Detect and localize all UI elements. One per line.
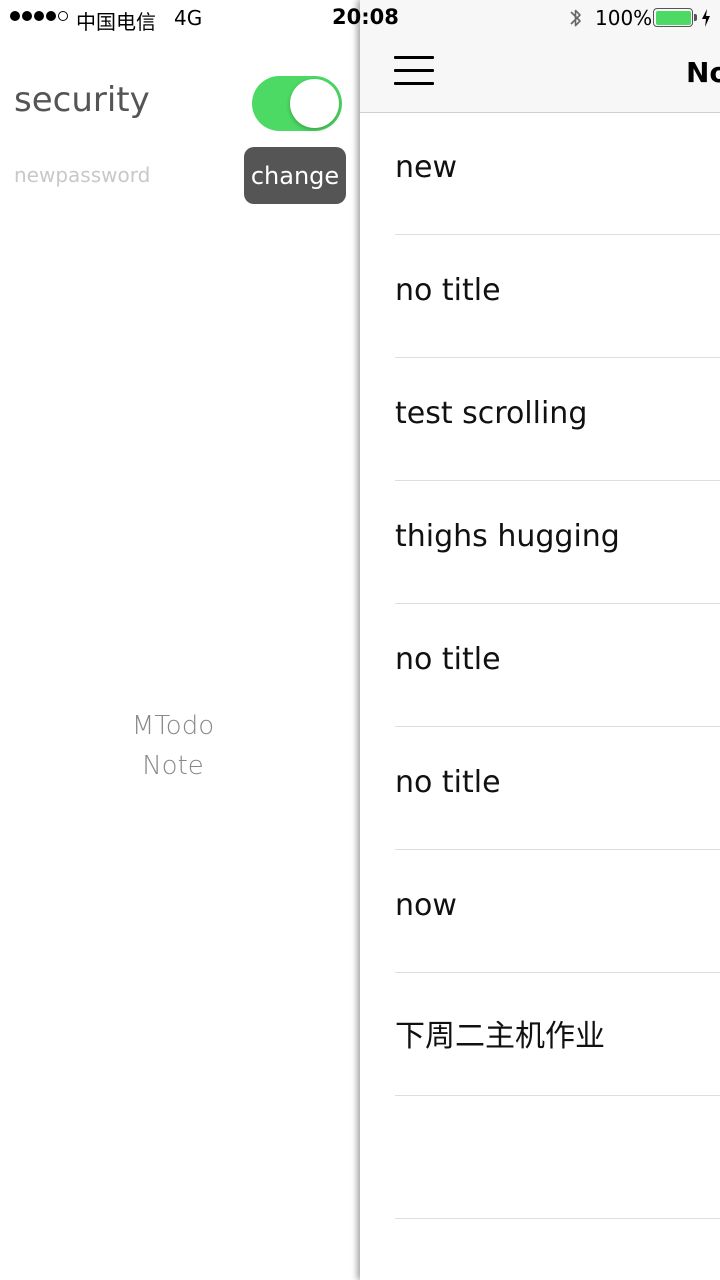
list-item[interactable]: thighs hugging [360, 481, 720, 604]
toggle-knob [290, 79, 339, 128]
notes-panel: No new no title test scrolling thighs hu… [360, 0, 720, 1280]
battery-percent: 100% [595, 6, 653, 30]
signal-strength-icon [10, 11, 68, 21]
app-name: MTodo Note [0, 706, 346, 786]
list-item[interactable]: no title [360, 604, 720, 727]
list-item[interactable]: no title [360, 235, 720, 358]
list-item[interactable]: now [360, 850, 720, 973]
note-title: no title [395, 642, 501, 677]
note-list: new no title test scrolling thighs huggi… [360, 112, 720, 1219]
security-toggle[interactable] [252, 76, 342, 131]
note-title: 下周二主机作业 [395, 1019, 605, 1054]
status-time: 20:08 [332, 5, 399, 29]
battery-icon [653, 8, 693, 27]
side-menu: security change MTodo Note [0, 0, 360, 1280]
list-item[interactable]: test scrolling [360, 358, 720, 481]
battery-tip [694, 14, 697, 21]
app-name-line1: MTodo [131, 711, 215, 741]
note-title: thighs hugging [395, 519, 620, 554]
nav-title: No [686, 56, 720, 89]
note-title: test scrolling [395, 396, 588, 431]
carrier-name: 中国电信 [76, 10, 156, 34]
charging-icon [702, 9, 710, 27]
app-name-line2: Note [142, 751, 204, 781]
list-item[interactable]: new [360, 112, 720, 235]
network-type: 4G [174, 6, 203, 30]
screen: 中国电信 4G 20:08 100% security change MTodo… [0, 0, 720, 1280]
menu-icon[interactable] [394, 56, 434, 86]
list-item[interactable] [360, 1096, 720, 1219]
note-title: new [395, 150, 458, 185]
bluetooth-icon [570, 9, 581, 27]
change-password-button[interactable]: change [244, 147, 346, 204]
security-label: security [14, 80, 150, 120]
list-item[interactable]: no title [360, 727, 720, 850]
note-title: no title [395, 273, 501, 308]
note-title: now [395, 888, 457, 923]
new-password-input[interactable] [14, 158, 224, 192]
status-bar: 中国电信 4G 20:08 100% [0, 0, 720, 36]
note-title: no title [395, 765, 501, 800]
list-item[interactable]: 下周二主机作业 [360, 973, 720, 1096]
